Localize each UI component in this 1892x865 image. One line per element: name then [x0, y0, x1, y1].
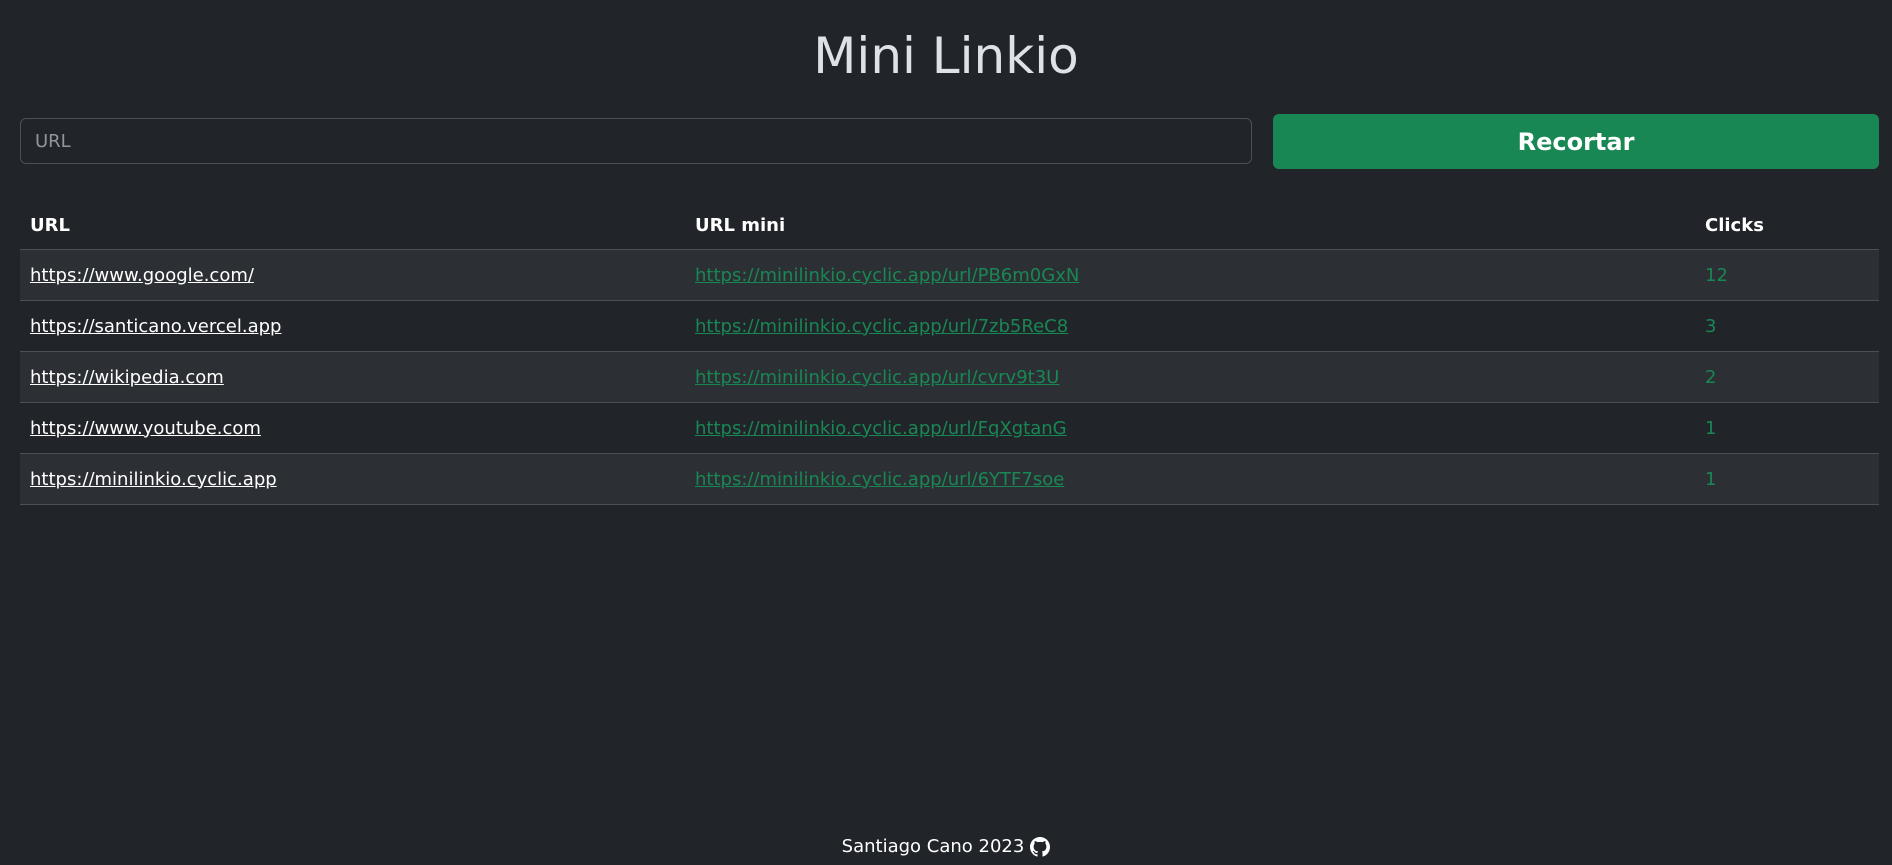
mini-url-cell: https://minilinkio.cyclic.app/url/cvrv9t… — [685, 351, 1695, 403]
original-url-cell: https://www.youtube.com — [20, 402, 685, 454]
mini-url-link[interactable]: https://minilinkio.cyclic.app/url/PB6m0G… — [695, 265, 1079, 286]
table-row: https://www.google.com/ https://minilink… — [20, 249, 1879, 301]
mini-url-cell: https://minilinkio.cyclic.app/url/6YTF7s… — [685, 453, 1695, 505]
mini-url-link[interactable]: https://minilinkio.cyclic.app/url/cvrv9t… — [695, 367, 1059, 388]
clicks-cell: 2 — [1695, 351, 1879, 403]
clicks-cell: 1 — [1695, 453, 1879, 505]
original-url-cell: https://wikipedia.com — [20, 351, 685, 403]
table-row: https://minilinkio.cyclic.app https://mi… — [20, 453, 1879, 505]
clicks-cell: 3 — [1695, 300, 1879, 352]
original-url-link[interactable]: https://santicano.vercel.app — [30, 316, 281, 337]
table-row: https://wikipedia.com https://minilinkio… — [20, 351, 1879, 403]
table-row: https://santicano.vercel.app https://min… — [20, 300, 1879, 352]
mini-url-link[interactable]: https://minilinkio.cyclic.app/url/7zb5Re… — [695, 316, 1068, 337]
url-input[interactable] — [20, 118, 1252, 164]
mini-url-link[interactable]: https://minilinkio.cyclic.app/url/FqXgta… — [695, 418, 1067, 439]
page: Mini Linkio Recortar URL URL mini Clicks… — [0, 0, 1892, 865]
original-url-cell: https://www.google.com/ — [20, 249, 685, 301]
github-icon[interactable] — [1030, 836, 1051, 857]
original-url-cell: https://minilinkio.cyclic.app — [20, 453, 685, 505]
column-header-url-mini: URL mini — [685, 202, 1695, 250]
footer-credit: Santiago Cano 2023 — [841, 836, 1025, 857]
mini-url-cell: https://minilinkio.cyclic.app/url/7zb5Re… — [685, 300, 1695, 352]
original-url-link[interactable]: https://wikipedia.com — [30, 367, 224, 388]
shorten-button[interactable]: Recortar — [1273, 114, 1879, 169]
mini-url-link[interactable]: https://minilinkio.cyclic.app/url/6YTF7s… — [695, 469, 1064, 490]
mini-url-cell: https://minilinkio.cyclic.app/url/FqXgta… — [685, 402, 1695, 454]
footer: Santiago Cano 2023 — [0, 836, 1892, 857]
column-header-clicks: Clicks — [1695, 202, 1879, 250]
original-url-link[interactable]: https://minilinkio.cyclic.app — [30, 469, 277, 490]
links-table: URL URL mini Clicks https://www.google.c… — [20, 202, 1879, 505]
clicks-cell: 1 — [1695, 402, 1879, 454]
table-row: https://www.youtube.com https://minilink… — [20, 402, 1879, 454]
original-url-link[interactable]: https://www.youtube.com — [30, 418, 261, 439]
original-url-link[interactable]: https://www.google.com/ — [30, 265, 254, 286]
mini-url-cell: https://minilinkio.cyclic.app/url/PB6m0G… — [685, 249, 1695, 301]
page-title: Mini Linkio — [813, 27, 1079, 85]
table-header-row: URL URL mini Clicks — [20, 202, 1879, 250]
clicks-cell: 12 — [1695, 249, 1879, 301]
original-url-cell: https://santicano.vercel.app — [20, 300, 685, 352]
column-header-url: URL — [20, 202, 685, 250]
